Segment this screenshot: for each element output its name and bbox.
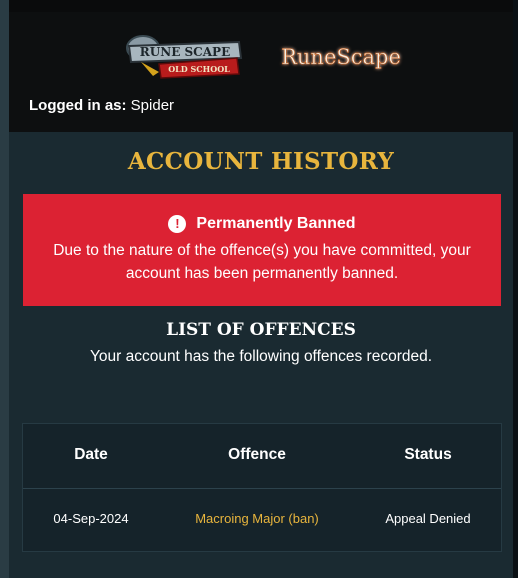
table-row: 04-Sep-2024 Macroing Major (ban) Appeal …	[23, 489, 501, 551]
old-school-runescape-logo[interactable]: RUNE SCAPE OLD SCHOOL	[119, 28, 249, 80]
offence-status: Appeal Denied	[385, 511, 471, 526]
runescape-logo[interactable]: RuneScape	[271, 36, 411, 78]
right-border	[513, 0, 518, 578]
header: RUNE SCAPE OLD SCHOOL RuneScape Logged i…	[9, 0, 513, 132]
banner-heading-row: ! Permanently Banned	[23, 215, 501, 233]
table-header: Date Offence Status	[23, 424, 501, 489]
main-content: ACCOUNT HISTORY ! Permanently Banned Due…	[9, 132, 513, 578]
banner-heading: Permanently Banned	[196, 215, 356, 232]
osrs-logo-subtext: OLD SCHOOL	[168, 64, 230, 74]
offences-table: Date Offence Status 04-Sep-2024 Macroing…	[22, 423, 502, 552]
ban-banner: ! Permanently Banned Due to the nature o…	[23, 194, 501, 306]
header-top-strip	[9, 0, 513, 12]
account-history-page: RUNE SCAPE OLD SCHOOL RuneScape Logged i…	[0, 0, 518, 578]
column-header-offence: Offence	[228, 446, 286, 463]
rs-logo-text: RuneScape	[281, 45, 401, 69]
osrs-logo-text: RUNE SCAPE	[140, 45, 230, 59]
page-title: ACCOUNT HISTORY	[127, 148, 395, 175]
logged-in-status: Logged in as: Spider	[29, 97, 174, 114]
offence-date: 04-Sep-2024	[53, 511, 129, 526]
column-header-date: Date	[74, 446, 108, 463]
offences-title: LIST OF OFFENCES	[166, 320, 356, 340]
alert-circle-icon: !	[168, 215, 187, 233]
username: Spider	[130, 97, 175, 114]
offences-subtitle: Your account has the following offences …	[89, 348, 433, 365]
banner-message: Due to the nature of the offence(s) you …	[53, 242, 471, 282]
left-border	[0, 0, 9, 578]
column-header-status: Status	[404, 446, 452, 463]
offence-name: Macroing Major (ban)	[195, 511, 319, 526]
logged-in-label: Logged in as:	[29, 97, 127, 114]
